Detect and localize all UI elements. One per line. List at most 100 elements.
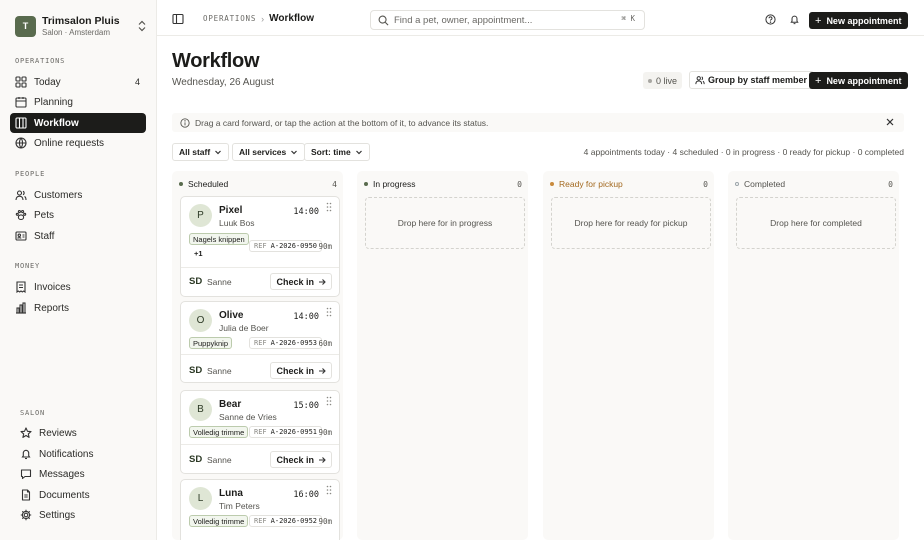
breadcrumb-current: Workflow xyxy=(269,13,314,24)
nav-section-salon: SALON xyxy=(20,409,46,417)
pet-avatar: O xyxy=(189,309,212,332)
nav-section-money: MONEY xyxy=(15,262,41,270)
workspace-switcher[interactable]: T Trimsalon Pluis Salon · Amsterdam xyxy=(15,14,147,38)
column-header: In progress 0 xyxy=(364,179,522,189)
search-box[interactable]: ⌘ K xyxy=(370,10,645,30)
message-icon xyxy=(20,469,32,480)
search-shortcut: ⌘ K xyxy=(621,14,635,23)
column-title: Ready for pickup xyxy=(559,179,623,189)
services-filter-dropdown[interactable]: All services xyxy=(232,143,306,161)
close-icon[interactable] xyxy=(885,117,895,127)
ref-number: A-2026-0950 xyxy=(270,242,318,250)
breadcrumb-section[interactable]: OPERATIONS xyxy=(203,14,256,23)
duration: 90m xyxy=(318,242,332,251)
arrow-right-icon xyxy=(319,456,326,463)
sidebar-item-pets[interactable]: Pets xyxy=(10,205,146,225)
notifications-bell-icon[interactable] xyxy=(789,14,800,25)
search-icon xyxy=(378,15,389,25)
owner-name: Julia de Boer xyxy=(219,323,269,333)
check-in-button[interactable]: Check in xyxy=(270,451,332,468)
dropzone-ready-for-pickup[interactable]: Drop here for ready for pickup xyxy=(551,197,711,249)
sidebar-item-documents[interactable]: Documents xyxy=(15,485,151,505)
sidebar-item-online-requests[interactable]: Online requests xyxy=(10,133,146,153)
service-tag: Volledig trimme xyxy=(189,426,249,438)
staff-initials: SD xyxy=(189,365,203,376)
chevron-down-icon xyxy=(291,150,298,155)
button-label: Group by staff member xyxy=(708,75,808,85)
owner-name: Sanne de Vries xyxy=(219,412,277,422)
new-appointment-button[interactable]: + New appointment xyxy=(809,72,909,89)
column-scheduled: Scheduled 4 P Pixel Luuk Bos 14:00 Nagel… xyxy=(172,171,343,540)
column-count: 0 xyxy=(888,179,893,189)
appointment-time: 14:00 xyxy=(293,312,319,322)
sidebar-item-staff[interactable]: Staff xyxy=(10,226,146,246)
sidebar-item-settings[interactable]: Settings xyxy=(15,505,151,525)
sidebar-item-workflow[interactable]: Workflow xyxy=(10,113,146,133)
sidebar-item-customers[interactable]: Customers xyxy=(10,185,146,205)
reference-chip: REF A-2026-0951 xyxy=(249,426,323,438)
search-input[interactable] xyxy=(394,14,614,26)
button-label: New appointment xyxy=(826,75,902,86)
dropzone-completed[interactable]: Drop here for completed xyxy=(736,197,896,249)
topbar-new-appointment-button[interactable]: + New appointment xyxy=(809,12,909,29)
button-label: Check in xyxy=(276,276,314,287)
paw-icon xyxy=(15,210,27,221)
nav-section-operations: OPERATIONS xyxy=(15,57,66,65)
column-ready-for-pickup: Ready for pickup 0 Drop here for ready f… xyxy=(543,171,714,540)
card-divider xyxy=(181,444,339,445)
sidebar-toggle-icon[interactable] xyxy=(172,13,184,25)
appointments-summary: 4 appointments today · 4 scheduled · 0 i… xyxy=(583,147,904,157)
sidebar-item-messages[interactable]: Messages xyxy=(15,464,151,484)
duration: 90m xyxy=(318,517,332,526)
appointment-time: 16:00 xyxy=(293,490,319,500)
drag-handle-icon[interactable] xyxy=(326,396,332,406)
sidebar-item-invoices[interactable]: Invoices xyxy=(10,277,146,297)
service-tag: Puppyknip xyxy=(189,337,233,349)
today-count-badge: 4 xyxy=(134,77,140,87)
sidebar-item-label: Invoices xyxy=(34,281,71,293)
appointment-time: 15:00 xyxy=(293,401,319,411)
sidebar-item-notifications[interactable]: Notifications xyxy=(15,444,151,464)
status-dot-icon xyxy=(735,182,739,186)
arrow-right-icon xyxy=(319,367,326,374)
pet-avatar: L xyxy=(189,487,212,510)
check-in-button[interactable]: Check in xyxy=(270,362,332,379)
ref-label: REF xyxy=(254,242,267,250)
extra-services-count: +1 xyxy=(194,249,203,258)
globe-icon xyxy=(15,137,27,149)
reference-chip: REF A-2026-0953 xyxy=(249,337,323,349)
sidebar-item-today[interactable]: Today 4 xyxy=(10,72,146,92)
appointment-card-bear[interactable]: B Bear Sanne de Vries 15:00 Volledig tri… xyxy=(180,390,340,474)
info-icon xyxy=(180,117,190,128)
sort-dropdown[interactable]: Sort: time xyxy=(304,143,370,161)
sidebar-item-reports[interactable]: Reports xyxy=(10,298,146,318)
staff-filter-dropdown[interactable]: All staff xyxy=(172,143,230,161)
plus-icon: + xyxy=(815,14,822,27)
check-in-button[interactable]: Check in xyxy=(270,273,332,290)
page-date: Wednesday, 26 August xyxy=(172,77,274,88)
sidebar-item-label: Customers xyxy=(34,189,83,201)
dropzone-in-progress[interactable]: Drop here for in progress xyxy=(365,197,525,249)
drag-handle-icon[interactable] xyxy=(326,202,332,212)
appointment-card-pixel[interactable]: P Pixel Luuk Bos 14:00 Nagels knippen RE… xyxy=(180,196,340,297)
chevron-down-icon xyxy=(215,150,222,155)
help-icon[interactable] xyxy=(765,14,776,25)
sidebar-item-label: Notifications xyxy=(39,448,94,460)
sidebar-item-label: Planning xyxy=(34,96,73,108)
column-count: 4 xyxy=(332,179,337,189)
drag-handle-icon[interactable] xyxy=(326,307,332,317)
group-by-staff-button[interactable]: Group by staff member xyxy=(689,71,815,89)
appointment-card-olive[interactable]: O Olive Julia de Boer 14:00 Puppyknip RE… xyxy=(180,301,340,383)
drag-handle-icon[interactable] xyxy=(326,485,332,495)
grid-icon xyxy=(15,76,27,88)
users-icon xyxy=(15,190,27,201)
arrow-right-icon xyxy=(319,278,326,285)
sidebar-item-planning[interactable]: Planning xyxy=(10,92,146,112)
sidebar-item-label: Staff xyxy=(34,230,55,242)
calendar-icon xyxy=(15,97,27,108)
sidebar-item-reviews[interactable]: Reviews xyxy=(15,423,151,443)
staff-initials: SD xyxy=(189,276,203,287)
column-title: Completed xyxy=(744,179,786,189)
duration: 90m xyxy=(318,428,332,437)
appointment-card-luna[interactable]: L Luna Tim Peters 16:00 Volledig trimme … xyxy=(180,479,340,540)
